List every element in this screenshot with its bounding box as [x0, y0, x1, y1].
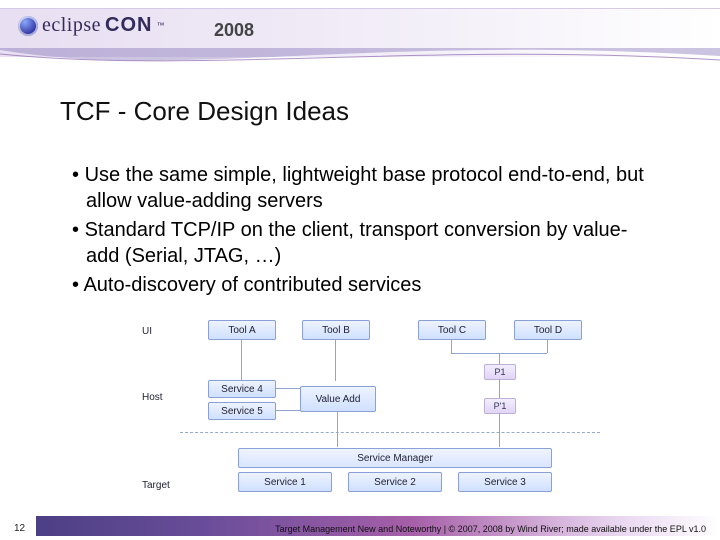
- tool-box: Tool B: [302, 320, 370, 340]
- slide-title: TCF - Core Design Ideas: [60, 96, 349, 127]
- architecture-diagram: UI Host Target Tool A Tool B Tool C Tool…: [142, 320, 610, 494]
- connector: [499, 379, 500, 398]
- eclipse-globe-icon: [18, 16, 38, 36]
- bullet-item: Standard TCP/IP on the client, transport…: [72, 217, 660, 270]
- bullet-item: Auto-discovery of contributed services: [72, 272, 660, 298]
- tool-label: Tool D: [534, 325, 562, 336]
- connector: [337, 411, 338, 447]
- footer-text: Target Management New and Noteworthy | ©…: [275, 524, 706, 534]
- connector: [451, 339, 452, 353]
- target-service-box: Service 1: [238, 472, 332, 492]
- logo-text-con: CON: [105, 14, 152, 37]
- connector: [275, 388, 300, 389]
- logo-text-eclipse: eclipse: [42, 14, 101, 37]
- layer-label-target: Target: [142, 480, 170, 491]
- host-service-label: Service 4: [221, 384, 263, 395]
- tool-label: Tool A: [228, 325, 255, 336]
- protocol-box: P1: [484, 364, 516, 380]
- protocol-label: P1: [494, 367, 505, 377]
- host-service-box: Service 5: [208, 402, 276, 420]
- target-service-box: Service 2: [348, 472, 442, 492]
- tool-box: Tool D: [514, 320, 582, 340]
- bullet-item: Use the same simple, lightweight base pr…: [72, 162, 660, 215]
- service-manager-box: Service Manager: [238, 448, 552, 468]
- slide-header: eclipse CON ™ 2008: [0, 0, 720, 60]
- page-number: 12: [14, 523, 25, 534]
- bullet-list: Use the same simple, lightweight base pr…: [72, 162, 660, 300]
- host-service-label: Service 5: [221, 406, 263, 417]
- value-add-label: Value Add: [316, 394, 361, 405]
- layer-divider: [180, 432, 600, 433]
- header-swoosh-icon: [0, 48, 720, 68]
- target-service-box: Service 3: [458, 472, 552, 492]
- host-service-box: Service 4: [208, 380, 276, 398]
- connector: [499, 413, 500, 447]
- target-service-label: Service 3: [484, 477, 526, 488]
- logo-tm: ™: [156, 21, 164, 30]
- tool-box: Tool C: [418, 320, 486, 340]
- connector: [547, 339, 548, 353]
- eclipsecon-logo: eclipse CON ™: [18, 14, 164, 37]
- protocol-label: P'1: [494, 401, 507, 411]
- tool-box: Tool A: [208, 320, 276, 340]
- layer-label-host: Host: [142, 392, 163, 403]
- slide: eclipse CON ™ 2008 TCF - Core Design Ide…: [0, 0, 720, 540]
- target-service-label: Service 1: [264, 477, 306, 488]
- slide-footer: 12 Target Management New and Noteworthy …: [0, 510, 720, 540]
- connector: [241, 339, 242, 381]
- tool-label: Tool C: [438, 325, 466, 336]
- tool-label: Tool B: [322, 325, 350, 336]
- target-service-label: Service 2: [374, 477, 416, 488]
- protocol-box: P'1: [484, 398, 516, 414]
- connector: [335, 339, 336, 381]
- service-manager-label: Service Manager: [357, 453, 433, 464]
- connector: [275, 410, 300, 411]
- layer-label-ui: UI: [142, 326, 152, 337]
- value-add-box: Value Add: [300, 386, 376, 412]
- conference-year: 2008: [214, 20, 254, 41]
